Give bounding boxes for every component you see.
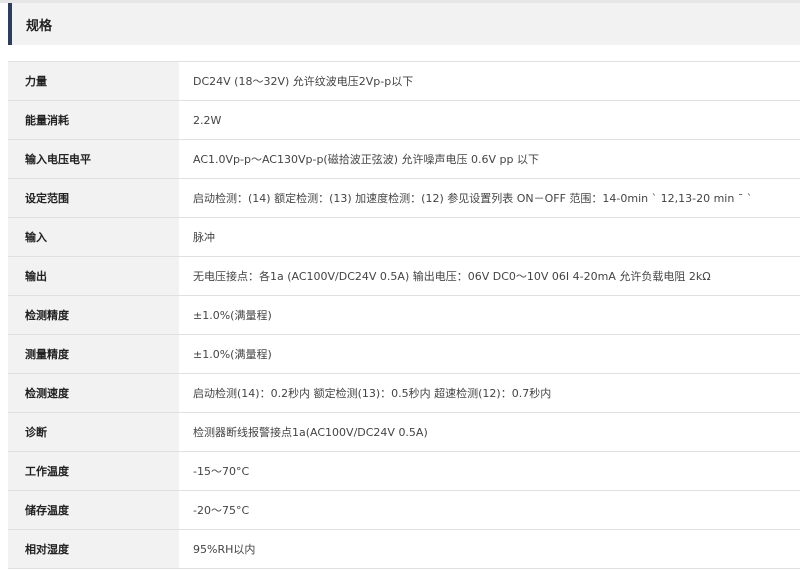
spec-table: 力量 DC24V (18～32V) 允许纹波电压2Vp-p以下 能量消耗 2.2…	[8, 61, 800, 569]
spec-value: ±1.0%(满量程)	[193, 348, 272, 361]
spec-row-input-voltage-level: 输入电压电平 AC1.0Vp-p～AC130Vp-p(磁拾波正弦波) 允许噪声电…	[8, 140, 800, 179]
spec-label: 检测速度	[8, 374, 179, 412]
spec-row-relative-humidity: 相对湿度 95%RH以内	[8, 530, 800, 569]
spec-row-power: 力量 DC24V (18～32V) 允许纹波电压2Vp-p以下	[8, 62, 800, 101]
spec-row-storage-temperature: 储存温度 -20～75°C	[8, 491, 800, 530]
section-title: 规格	[26, 18, 53, 34]
spec-value: 2.2W	[193, 113, 222, 127]
spec-value: 检测器断线报警接点1a(AC100V/DC24V 0.5A)	[193, 426, 428, 439]
spec-value: AC1.0Vp-p～AC130Vp-p(磁拾波正弦波) 允许噪声电压 0.6V …	[193, 153, 539, 166]
spec-label: 输出	[8, 257, 179, 295]
spec-row-power-consumption: 能量消耗 2.2W	[8, 101, 800, 140]
header-accent-bar	[8, 3, 12, 45]
spec-label: 输入电压电平	[8, 140, 179, 178]
spec-label: 检测精度	[8, 296, 179, 334]
spec-label: 设定范围	[8, 179, 179, 217]
spec-value: -15～70°C	[193, 465, 250, 478]
spec-row-operating-temperature: 工作温度 -15～70°C	[8, 452, 800, 491]
spec-value: 启动检测(14)：0.2秒内 额定检测(13)：0.5秒内 超速检测(12)：0…	[193, 387, 552, 400]
spec-value: 95%RH以内	[193, 543, 256, 556]
spec-value: 无电压接点：各1a (AC100V/DC24V 0.5A) 输出电压：06V D…	[193, 270, 711, 283]
spec-label: 测量精度	[8, 335, 179, 373]
spec-label: 诊断	[8, 413, 179, 451]
spec-value: 脉冲	[193, 231, 215, 244]
spec-row-diagnosis: 诊断 检测器断线报警接点1a(AC100V/DC24V 0.5A)	[8, 413, 800, 452]
spec-label: 工作温度	[8, 452, 179, 490]
spec-label: 储存温度	[8, 491, 179, 529]
spec-label: 输入	[8, 218, 179, 256]
section-header: 规格	[8, 3, 800, 45]
spec-row-input: 输入 脉冲	[8, 218, 800, 257]
spec-row-setting-range: 设定范围 启动检测：(14) 额定检测：(13) 加速度检测：(12) 参见设置…	[8, 179, 800, 218]
spec-label: 能量消耗	[8, 101, 179, 139]
spec-row-detection-accuracy: 检测精度 ±1.0%(满量程)	[8, 296, 800, 335]
spec-value: 启动检测：(14) 额定检测：(13) 加速度检测：(12) 参见设置列表 ON…	[193, 192, 753, 205]
spec-row-measurement-accuracy: 测量精度 ±1.0%(满量程)	[8, 335, 800, 374]
spec-row-detection-speed: 检测速度 启动检测(14)：0.2秒内 额定检测(13)：0.5秒内 超速检测(…	[8, 374, 800, 413]
spec-label: 相对湿度	[8, 530, 179, 568]
spec-value: -20～75°C	[193, 504, 250, 517]
spec-value: ±1.0%(满量程)	[193, 309, 272, 322]
spec-label: 力量	[8, 62, 179, 100]
spec-row-output: 输出 无电压接点：各1a (AC100V/DC24V 0.5A) 输出电压：06…	[8, 257, 800, 296]
spec-value: DC24V (18～32V) 允许纹波电压2Vp-p以下	[193, 75, 414, 88]
